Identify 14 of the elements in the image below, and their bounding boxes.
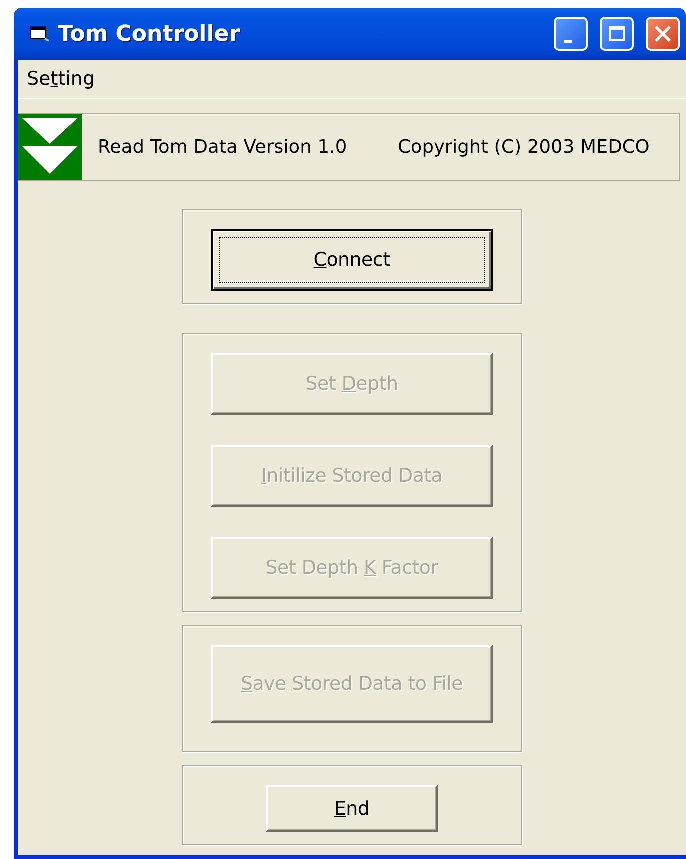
command-button[interactable]: Connect	[211, 229, 493, 291]
maximize-button[interactable]	[600, 17, 634, 51]
minimize-icon	[564, 40, 572, 42]
logo-icon	[18, 114, 82, 180]
close-icon	[653, 24, 673, 44]
minimize-button[interactable]	[554, 17, 588, 51]
app-icon	[30, 25, 50, 43]
window-title: Tom Controller	[58, 22, 242, 46]
maximize-icon	[608, 25, 626, 43]
command-button[interactable]: End	[266, 785, 438, 832]
version-text: Read Tom Data Version 1.0	[98, 136, 348, 158]
close-button[interactable]	[646, 17, 680, 51]
copyright-text: Copyright (C) 2003 MEDCO	[398, 136, 650, 158]
menu-item[interactable]: Setting	[27, 66, 96, 92]
